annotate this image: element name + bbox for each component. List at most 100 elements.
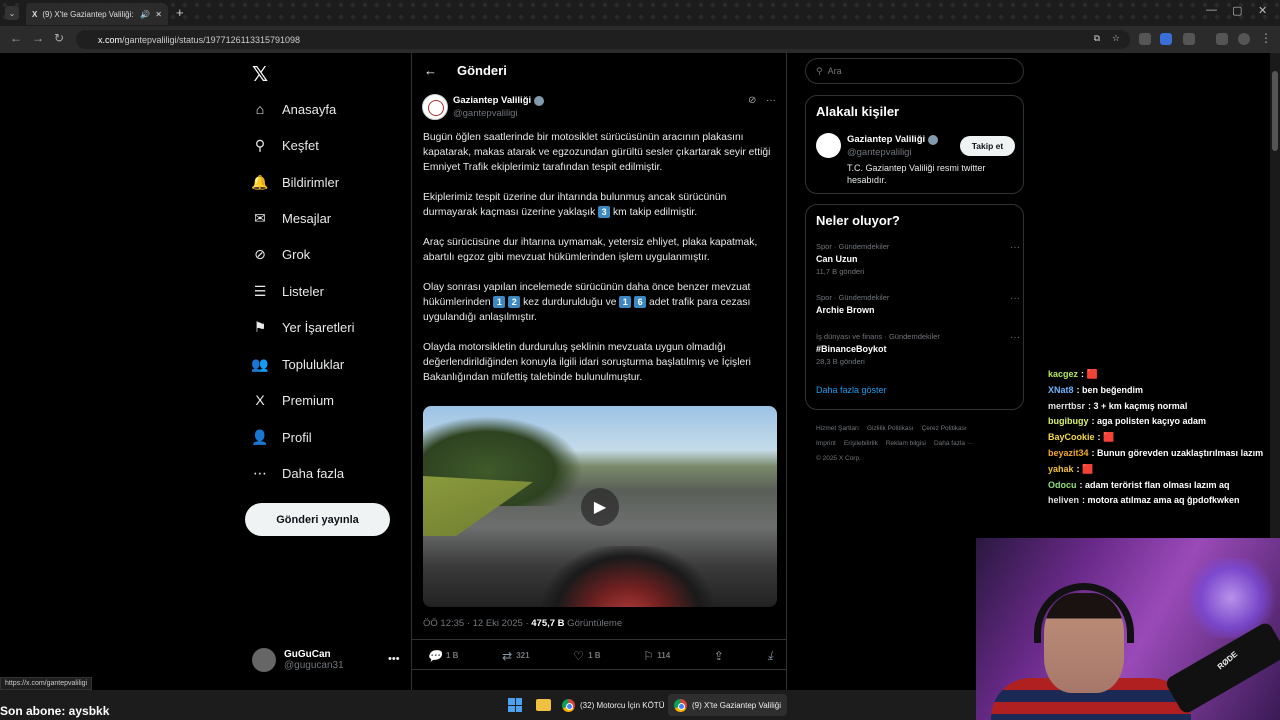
- nav-item-notifications[interactable]: 🔔 Bildirimler: [251, 173, 339, 190]
- minimize-button[interactable]: —: [1206, 4, 1217, 16]
- show-more-link[interactable]: Daha fazla göster: [816, 385, 887, 395]
- reload-button[interactable]: ↻: [54, 31, 64, 45]
- download-button[interactable]: ⤓: [768, 648, 773, 663]
- share-button[interactable]: ⇪: [714, 648, 724, 663]
- chat-text: : adam terörist flan olması lazım aq: [1079, 479, 1230, 490]
- nav-item-profile[interactable]: 👤 Profil: [251, 429, 312, 445]
- trend-more-icon[interactable]: ···: [1010, 242, 1020, 253]
- video-player[interactable]: ▶: [423, 406, 777, 607]
- bookmark-button[interactable]: ⚐ 114: [644, 648, 670, 663]
- profile-icon[interactable]: [1238, 33, 1250, 45]
- related-name-row[interactable]: Gaziantep Valiliği: [847, 134, 939, 145]
- copyright: © 2025 X Corp.: [816, 455, 861, 462]
- chat-username: XNat8: [1048, 384, 1074, 395]
- back-arrow-icon[interactable]: ←: [424, 63, 437, 78]
- extension-icon[interactable]: [1139, 33, 1151, 45]
- grok-icon: ⊘: [254, 245, 266, 262]
- trend-more-icon[interactable]: ···: [1010, 332, 1020, 343]
- nav-label: Premium: [282, 392, 335, 408]
- audio-icon[interactable]: 🔊: [140, 10, 150, 19]
- trend-title: Can Uzun: [816, 254, 858, 264]
- footer-link[interactable]: Reklam bilgisi: [886, 440, 926, 447]
- nav-item-communities[interactable]: 👥 Topluluklar: [251, 356, 344, 372]
- trend-item[interactable]: Spor · Gündemdekiler Can Uzun 11,7 B gön…: [816, 242, 1020, 276]
- video-frame: [423, 476, 533, 536]
- grok-icon[interactable]: ⊘: [748, 95, 756, 106]
- trend-more-icon[interactable]: ···: [1010, 293, 1020, 304]
- post-button[interactable]: Gönderi yayınla: [245, 503, 390, 536]
- x-logo-icon[interactable]: 𝕏: [252, 62, 268, 87]
- windows-icon: [508, 698, 522, 712]
- post-actions: 💬 1 B ⇄ 321 ♡ 1 B ⚐ 114 ⇪ ⤓: [427, 648, 773, 663]
- post-more-icon[interactable]: ···: [766, 95, 776, 106]
- avatar[interactable]: [816, 133, 841, 158]
- play-icon[interactable]: ▶: [581, 488, 619, 526]
- maximize-button[interactable]: ▢: [1232, 4, 1242, 17]
- text-span: kez durdurulduğu ve: [520, 297, 620, 308]
- home-icon: ⌂: [255, 101, 265, 117]
- account-more-icon[interactable]: •••: [388, 653, 400, 665]
- nav-item-grok[interactable]: ⊘ Grok: [252, 246, 310, 262]
- footer-link[interactable]: Çerez Politikası: [922, 425, 967, 432]
- nav-item-home[interactable]: ⌂ Anasayfa: [252, 101, 336, 117]
- bookmark-star-icon[interactable]: ☆: [1112, 33, 1120, 44]
- chrome-icon: [674, 698, 687, 712]
- nav-item-lists[interactable]: ☰ Listeler: [252, 283, 324, 299]
- scrollbar-thumb[interactable]: [1272, 71, 1278, 151]
- extensions-puzzle-icon[interactable]: [1183, 33, 1195, 45]
- chat-message: kacgez: 🟥: [1048, 367, 1280, 383]
- sidebar-icon[interactable]: [1216, 33, 1228, 45]
- taskbar-label: (32) Motorcu İçin KÖTÜ: [580, 700, 665, 710]
- notifications-icon: 🔔: [251, 173, 269, 190]
- footer-link[interactable]: Imprint: [816, 440, 836, 447]
- related-handle[interactable]: @gantepvaliligi: [847, 147, 912, 158]
- trend-item[interactable]: İş dünyası ve finans · Gündemdekiler #Bi…: [816, 332, 1020, 366]
- taskbar-chrome-window[interactable]: (9) X'te Gaziantep Valiliği: [668, 694, 787, 716]
- account-switcher[interactable]: GuGuCan @gugucan31: [252, 648, 344, 672]
- tab-search-button[interactable]: ⌄: [5, 6, 19, 20]
- url-field[interactable]: x.com/gantepvaliligi/status/197712611331…: [76, 30, 1130, 49]
- follow-button[interactable]: Takip et: [960, 136, 1015, 156]
- footer-link[interactable]: Daha fazla ···: [934, 440, 973, 447]
- reply-button[interactable]: 💬 1 B: [427, 648, 458, 663]
- start-button[interactable]: [502, 694, 528, 716]
- nav-label: Profil: [282, 429, 312, 445]
- post-timestamp[interactable]: ÖÖ 12:35 · 12 Eki 2025 ·: [423, 618, 531, 629]
- search-input[interactable]: ⚲ Ara: [805, 58, 1024, 84]
- nav-item-bookmarks[interactable]: ⚑ Yer İşaretleri: [252, 319, 355, 335]
- nav-item-more[interactable]: ⋯ Daha fazla: [252, 465, 344, 481]
- install-icon[interactable]: ⧉: [1094, 33, 1100, 44]
- author-avatar[interactable]: [422, 94, 448, 120]
- chat-message: XNat8: ben beğendim: [1048, 383, 1280, 399]
- like-button[interactable]: ♡ 1 B: [573, 648, 600, 663]
- author-name-row[interactable]: Gaziantep Valiliği: [453, 95, 545, 106]
- nav-item-messages[interactable]: ✉ Mesajlar: [252, 210, 331, 226]
- close-window-button[interactable]: ✕: [1258, 4, 1267, 17]
- nav-item-premium[interactable]: X Premium: [252, 392, 334, 408]
- footer-link[interactable]: Erişilebilirlik: [844, 440, 878, 447]
- tab-strip: ⌄ X (9) X'te Gaziantep Valiliği: " 🔊 ✕ +…: [0, 0, 1280, 26]
- folder-icon: [536, 699, 551, 711]
- nav-item-explore[interactable]: ⚲ Keşfet: [252, 137, 319, 153]
- messages-icon: ✉: [254, 209, 266, 226]
- post-paragraph: Araç sürücüsüne dur ihtarına uymamak, ye…: [423, 237, 758, 263]
- tab-active[interactable]: X (9) X'te Gaziantep Valiliği: " 🔊 ✕: [26, 3, 168, 25]
- chat-username: yahak: [1048, 463, 1074, 474]
- new-tab-button[interactable]: +: [176, 5, 184, 20]
- menu-icon[interactable]: ⋮: [1260, 31, 1272, 45]
- author-handle[interactable]: @gantepvaliligi: [453, 108, 518, 119]
- footer-link[interactable]: Hizmet Şartları: [816, 425, 859, 432]
- tab-close-icon[interactable]: ✕: [155, 10, 162, 19]
- back-button[interactable]: ←: [10, 31, 22, 45]
- forward-button[interactable]: →: [32, 31, 44, 45]
- nav-label: Daha fazla: [282, 465, 345, 481]
- reply-icon: 💬: [427, 648, 442, 663]
- extension-icon[interactable]: [1160, 33, 1172, 45]
- repost-button[interactable]: ⇄ 321: [502, 648, 529, 663]
- taskbar-chrome-window[interactable]: (32) Motorcu İçin KÖTÜ: [556, 694, 670, 716]
- footer-link[interactable]: Gizlilik Politikası: [867, 425, 914, 432]
- chat-message: heliven: motora atılmaz ama aq ğpdofkwke…: [1048, 493, 1280, 509]
- chat-text: : motora atılmaz ama aq ğpdofkwken: [1082, 495, 1240, 506]
- file-explorer-button[interactable]: [530, 694, 557, 716]
- trend-item[interactable]: Spor · Gündemdekiler Archie Brown ···: [816, 293, 1020, 315]
